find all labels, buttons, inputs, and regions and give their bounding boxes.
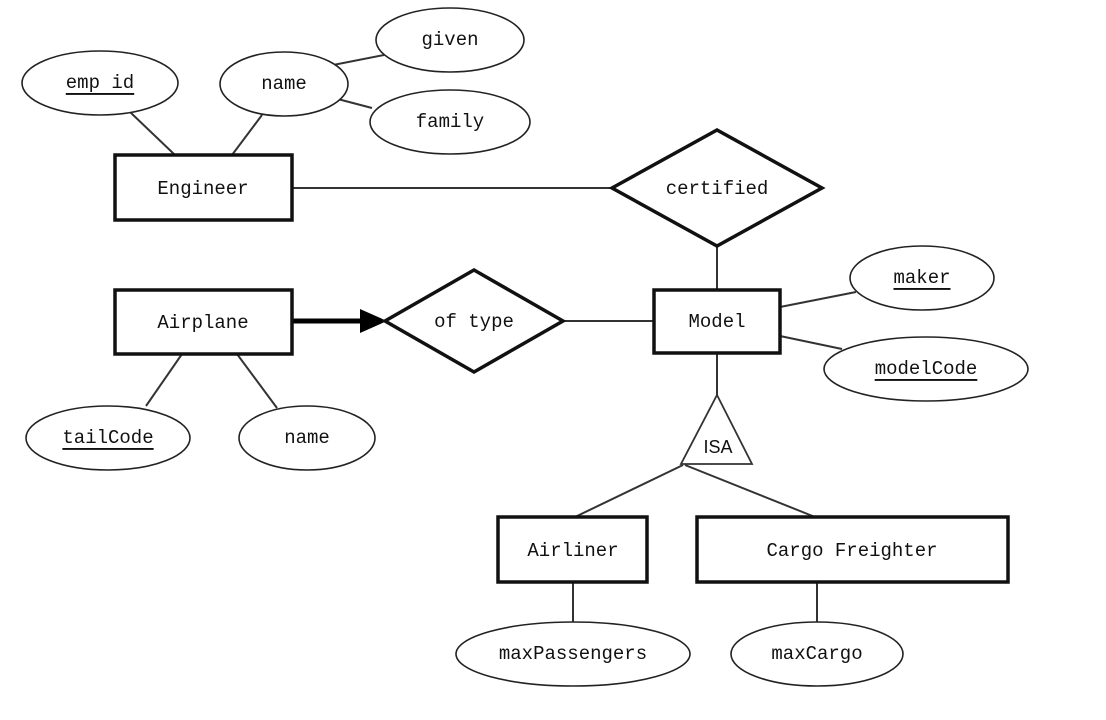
entity-label: Airliner bbox=[527, 540, 618, 562]
line-name-engineer bbox=[231, 114, 263, 156]
line-airplane-name bbox=[236, 353, 278, 409]
entity-model[interactable]: Model bbox=[652, 288, 782, 355]
attribute-family[interactable]: family bbox=[369, 89, 531, 155]
entity-engineer[interactable]: Engineer bbox=[113, 153, 294, 222]
attribute-maker[interactable]: maker bbox=[849, 245, 995, 311]
relationship-label: of type bbox=[434, 311, 514, 333]
entity-cargo-freighter[interactable]: Cargo Freighter bbox=[695, 515, 1010, 584]
er-diagram: emp id name given family maker modelCode… bbox=[21, 7, 1029, 687]
entity-label: Engineer bbox=[157, 178, 248, 200]
attribute-label: maxPassengers bbox=[499, 643, 647, 665]
attribute-label: modelCode bbox=[875, 358, 978, 380]
relationship-certified[interactable]: certified bbox=[608, 128, 826, 248]
attribute-tailcode[interactable]: tailCode bbox=[25, 405, 191, 471]
entity-airliner[interactable]: Airliner bbox=[496, 515, 649, 584]
isa-label: ISA bbox=[703, 437, 732, 457]
line-airplane-tailcode bbox=[145, 353, 183, 407]
attribute-given[interactable]: given bbox=[375, 7, 525, 73]
attribute-label: name bbox=[261, 73, 307, 95]
attribute-label: maxCargo bbox=[771, 643, 862, 665]
attribute-modelcode[interactable]: modelCode bbox=[823, 336, 1029, 402]
attribute-label: family bbox=[416, 111, 484, 133]
isa-triangle[interactable]: ISA bbox=[679, 393, 754, 465]
attribute-emp-id[interactable]: emp id bbox=[21, 50, 179, 116]
attribute-label: emp id bbox=[66, 72, 134, 94]
attribute-label: given bbox=[421, 29, 478, 51]
attribute-airplane-name[interactable]: name bbox=[238, 405, 376, 471]
attribute-label: name bbox=[284, 427, 330, 449]
line-model-maker bbox=[779, 291, 857, 308]
relationship-of-type[interactable]: of type bbox=[381, 267, 567, 375]
attribute-maxcargo[interactable]: maxCargo bbox=[730, 621, 904, 687]
line-isa-airliner bbox=[574, 464, 684, 518]
entity-label: Airplane bbox=[157, 312, 248, 334]
line-name-given bbox=[327, 54, 385, 67]
attribute-name[interactable]: name bbox=[219, 51, 349, 117]
entity-label: Cargo Freighter bbox=[766, 540, 937, 562]
line-empid-engineer bbox=[129, 111, 176, 156]
line-model-modelcode bbox=[779, 335, 843, 350]
attribute-label: tailCode bbox=[62, 427, 153, 449]
line-isa-cargo bbox=[684, 464, 816, 518]
entity-airplane[interactable]: Airplane bbox=[113, 288, 294, 356]
attribute-maxpassengers[interactable]: maxPassengers bbox=[455, 621, 691, 687]
entity-label: Model bbox=[688, 311, 745, 333]
relationship-label: certified bbox=[666, 178, 769, 200]
attribute-label: maker bbox=[893, 267, 950, 289]
